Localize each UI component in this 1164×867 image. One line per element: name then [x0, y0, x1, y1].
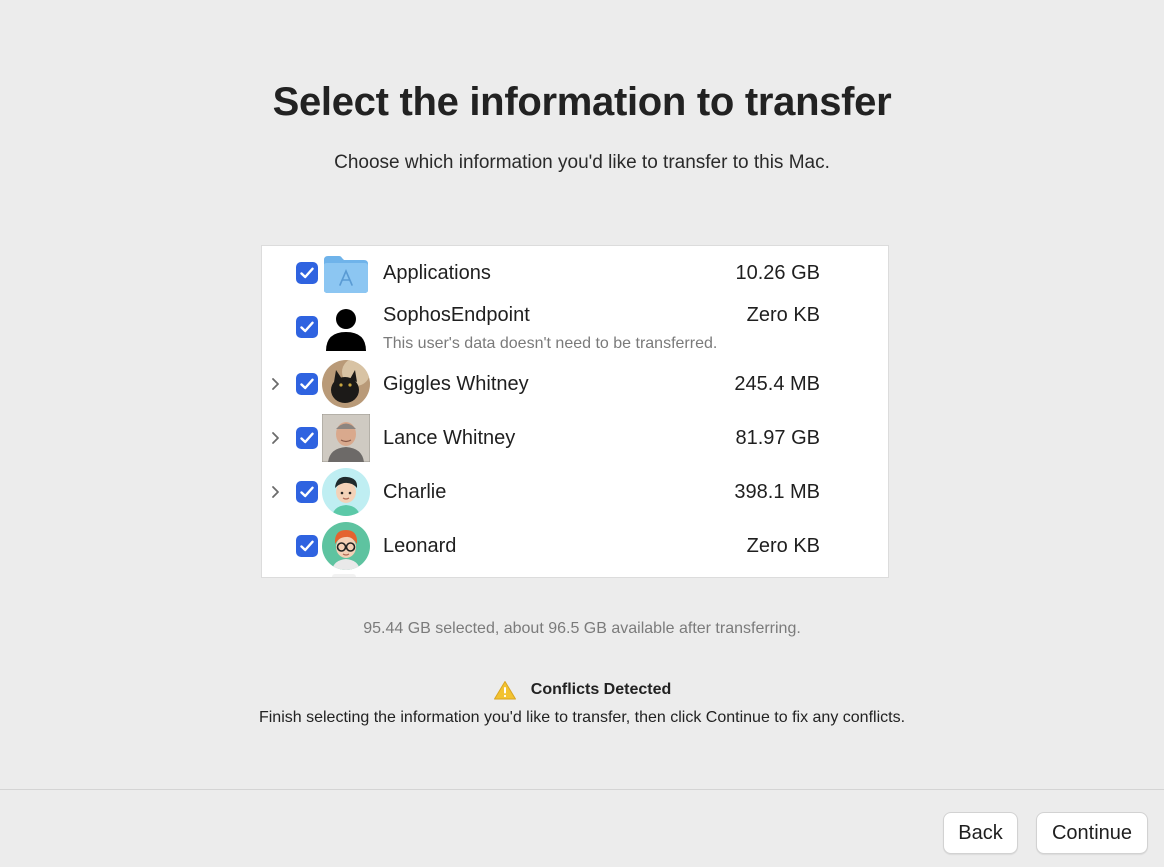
giggles-whitney-checkbox[interactable]: [296, 373, 318, 395]
item-note: This user's data doesn't need to be tran…: [383, 335, 718, 352]
applications-checkbox[interactable]: [296, 262, 318, 284]
item-name: Giggles Whitney: [383, 373, 529, 395]
conflicts-header: Conflicts Detected: [0, 680, 1164, 700]
item-size: 10.26 GB: [735, 262, 820, 284]
list-item-charlie: Charlie 398.1 MB: [262, 468, 888, 522]
selection-summary: 95.44 GB selected, about 96.5 GB availab…: [363, 620, 801, 637]
list-item-applications: Applications 10.26 GB: [262, 246, 888, 300]
item-size: Zero KB: [746, 535, 820, 557]
conflicts-message: Finish selecting the information you'd l…: [258, 709, 906, 726]
applications-folder-icon: [322, 249, 370, 297]
lance-whitney-checkbox[interactable]: [296, 427, 318, 449]
checkmark-icon: [300, 486, 314, 498]
chevron-right-icon[interactable]: [268, 428, 282, 448]
checkmark-icon: [300, 321, 314, 333]
checkmark-icon: [300, 378, 314, 390]
continue-button[interactable]: Continue: [1036, 812, 1148, 854]
user-silhouette-icon: [322, 305, 370, 353]
page-title: Select the information to transfer: [272, 80, 892, 124]
item-name: Applications: [383, 262, 491, 284]
cat-photo-avatar: [322, 360, 370, 408]
leonard-checkbox[interactable]: [296, 535, 318, 557]
checkmark-icon: [300, 267, 314, 279]
item-name: Leonard: [383, 535, 457, 557]
item-name: Charlie: [383, 481, 447, 503]
sophosendpoint-checkbox[interactable]: [296, 316, 318, 338]
list-item-lance-whitney: Lance Whitney 81.97 GB: [262, 414, 888, 468]
item-size: 398.1 MB: [734, 481, 820, 503]
footer-divider: [0, 789, 1164, 790]
back-button[interactable]: Back: [943, 812, 1018, 854]
chevron-right-icon[interactable]: [268, 374, 282, 394]
next-item-edge: [332, 574, 356, 577]
chevron-right-icon[interactable]: [268, 482, 282, 502]
item-name: SophosEndpoint: [383, 304, 530, 326]
checkmark-icon: [300, 540, 314, 552]
item-size: 81.97 GB: [735, 427, 820, 449]
memoji-glasses-avatar: [322, 522, 370, 570]
man-photo-avatar: [322, 414, 370, 462]
warning-icon: [493, 681, 516, 700]
page-subtitle: Choose which information you'd like to t…: [334, 152, 830, 173]
transfer-items-list[interactable]: Applications 10.26 GB SophosEndpoint Zer…: [261, 245, 889, 578]
list-item-sophosendpoint: SophosEndpoint Zero KB This user's data …: [262, 300, 888, 360]
list-item-giggles-whitney: Giggles Whitney 245.4 MB: [262, 360, 888, 414]
item-name: Lance Whitney: [383, 427, 516, 449]
memoji-avatar: [322, 468, 370, 516]
checkmark-icon: [300, 432, 314, 444]
list-item-leonard: Leonard Zero KB: [262, 522, 888, 576]
migration-assistant-window: Select the information to transfer Choos…: [0, 0, 1164, 867]
conflicts-title: Conflicts Detected: [530, 681, 672, 698]
item-size: Zero KB: [746, 304, 820, 326]
item-size: 245.4 MB: [734, 373, 820, 395]
charlie-checkbox[interactable]: [296, 481, 318, 503]
